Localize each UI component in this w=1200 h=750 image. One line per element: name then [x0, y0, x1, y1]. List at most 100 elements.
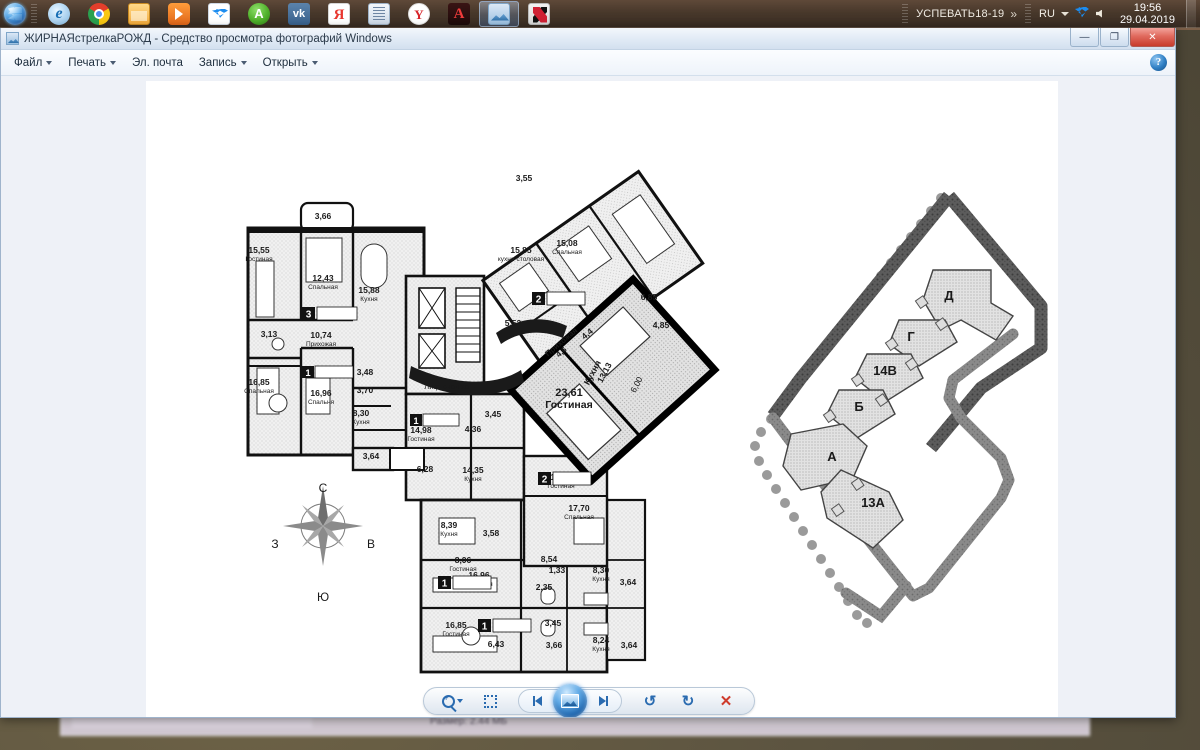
taskbar: e A vk Я Y A УСПЕВАТЬ18-19 » RU 19:56 29…	[0, 0, 1200, 28]
tray-overflow-chevron[interactable]: »	[1010, 7, 1017, 21]
taskbar-item-internet-explorer[interactable]: e	[39, 1, 79, 27]
room-area: 16,96	[310, 388, 332, 398]
room-area: 8,30	[593, 565, 610, 575]
room-label: 8,30Кухня	[352, 408, 370, 426]
room-name: кухня-столовая	[498, 256, 545, 263]
room-name: Спальная	[564, 514, 594, 521]
site-building-label: А	[827, 449, 837, 464]
menu-bar: Файл Печать Эл. почта Запись Открыть ?	[1, 50, 1175, 76]
tray-dropbox-icon[interactable]	[1075, 7, 1089, 21]
taskbar-item-kaspersky[interactable]	[519, 1, 559, 27]
taskbar-item-dropbox[interactable]	[199, 1, 239, 27]
menu-item-open[interactable]: Открыть	[256, 54, 325, 72]
room-area: 3,13	[261, 329, 278, 339]
zoom-button[interactable]	[440, 690, 464, 712]
room-area: 3,58	[483, 528, 500, 538]
fit-to-window-button[interactable]	[478, 690, 502, 712]
compass-east: В	[367, 537, 375, 551]
room-area: 15,85	[510, 245, 532, 255]
taskbar-item-adobe-reader[interactable]: A	[439, 1, 479, 27]
taskbar-item-media-player[interactable]	[159, 1, 199, 27]
room-name: Прихожая	[306, 341, 337, 348]
room-label: 5,52	[505, 318, 522, 328]
room-area: 15,55	[248, 245, 270, 255]
avast-icon: A	[248, 2, 270, 25]
menu-item-print[interactable]: Печать	[61, 54, 123, 72]
chevron-down-icon[interactable]	[1060, 11, 1069, 16]
close-button[interactable]: ✕	[1130, 28, 1175, 47]
room-name: Спальня	[308, 399, 335, 406]
delete-x-icon: ✕	[719, 693, 733, 710]
taskbar-item-yandex-browser[interactable]: Y	[399, 1, 439, 27]
room-name: Кухня	[352, 419, 370, 426]
room-name: Гостиная	[407, 436, 435, 443]
minimize-button[interactable]: —	[1070, 28, 1099, 47]
system-tray: УСПЕВАТЬ18-19 » RU 19:56 29.04.2019	[900, 0, 1200, 28]
file-explorer-icon	[128, 2, 150, 25]
room-label: 3,66	[315, 211, 332, 221]
taskbar-item-yandex-mail[interactable]: Я	[319, 1, 359, 27]
room-area: 3,45	[545, 618, 562, 628]
taskbar-item-photo-viewer[interactable]	[479, 0, 519, 27]
site-building-label: Г	[907, 329, 915, 344]
room-area: 6,43	[488, 639, 505, 649]
room-area: 8,06	[455, 555, 472, 565]
tray-separator-left	[902, 3, 909, 24]
title-bar[interactable]: ЖИРНАЯстрелкаРОЖД - Средство просмотра ф…	[1, 28, 1175, 50]
taskbar-item-word[interactable]	[359, 1, 399, 27]
room-name: Спальная	[552, 249, 582, 256]
svg-text:1: 1	[413, 416, 419, 427]
image-canvas[interactable]: 15,55 Гостиная 12,43 Спальная 15,88 Кухня 3,13…	[1, 76, 1175, 717]
menu-item-email-label: Эл. почта	[131, 56, 183, 69]
taskbar-item-vk[interactable]: vk	[279, 1, 319, 27]
clock[interactable]: 19:56 29.04.2019	[1115, 2, 1180, 26]
room-area: 4,85	[653, 320, 670, 330]
room-area: 14,35	[462, 465, 484, 475]
show-desktop-button[interactable]	[1186, 0, 1196, 28]
taskbar-item-file-explorer[interactable]	[119, 1, 159, 27]
viewer-toolbar-group: ↺ ↻ ✕	[423, 684, 755, 717]
fit-window-icon	[483, 694, 497, 708]
start-button[interactable]	[1, 1, 29, 27]
compass-north: С	[319, 481, 328, 495]
navigation-group	[518, 684, 622, 717]
room-label: 2,35	[536, 582, 553, 592]
taskbar-item-avast[interactable]: A	[239, 1, 279, 27]
room-label: 8,30Кухня	[592, 565, 610, 583]
previous-button[interactable]	[525, 690, 549, 712]
rotate-cw-button[interactable]: ↻	[676, 690, 700, 712]
menu-item-file[interactable]: Файл	[7, 54, 59, 72]
site-building-label: 14В	[873, 363, 897, 378]
room-area: 8,30	[353, 408, 370, 418]
room-label: 4,85	[653, 320, 670, 330]
taskbar-item-google-chrome[interactable]	[79, 1, 119, 27]
room-label: 3,66	[546, 640, 563, 650]
windows-logo-icon	[4, 2, 26, 25]
delete-button[interactable]: ✕	[714, 690, 738, 712]
room-name: Гостиная	[245, 256, 273, 263]
svg-text:1: 1	[482, 622, 488, 633]
room-label: 3,48	[357, 367, 374, 377]
slideshow-button[interactable]	[553, 684, 587, 717]
next-button[interactable]	[591, 690, 615, 712]
lift-hall-label: Лифтовой холл	[424, 382, 477, 391]
menu-item-email[interactable]: Эл. почта	[125, 54, 190, 72]
clock-date: 29.04.2019	[1119, 13, 1175, 26]
rotate-ccw-button[interactable]: ↺	[638, 690, 662, 712]
site-building-label: Д	[944, 288, 954, 303]
menu-item-burn[interactable]: Запись	[192, 54, 254, 72]
taskbar-separator[interactable]	[31, 3, 37, 24]
site-plan: Д Г 14В Б А 13А	[750, 191, 1048, 628]
tray-volume-icon[interactable]	[1095, 7, 1109, 21]
language-indicator[interactable]: RU	[1039, 8, 1055, 20]
room-area: 8,24	[593, 635, 610, 645]
room-label: 3,55	[516, 173, 533, 183]
room-area: 2,35	[536, 582, 553, 592]
maximize-button[interactable]: ❐	[1100, 28, 1129, 47]
room-area: 16,85	[248, 377, 270, 387]
room-label: 16,96Спальня	[308, 388, 335, 406]
room-label: 8,24Кухня	[592, 635, 610, 653]
floor-plan-drawing: 15,55Гостиная12,43Спальная 15,88Кухня3,13…	[244, 169, 1048, 674]
help-button[interactable]: ?	[1150, 54, 1167, 71]
room-name: Кухня	[592, 646, 610, 653]
